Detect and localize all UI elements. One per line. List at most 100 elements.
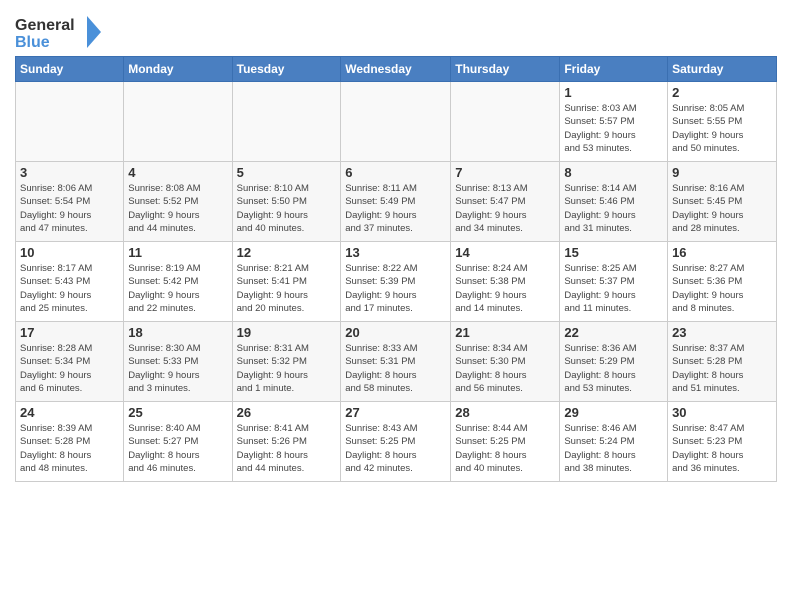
calendar-cell: 27 Sunrise: 8:43 AM Sunset: 5:25 PM Dayli… — [341, 402, 451, 482]
weekday-header-row: SundayMondayTuesdayWednesdayThursdayFrid… — [16, 57, 777, 82]
day-number: 24 — [20, 405, 119, 420]
calendar-cell: 21 Sunrise: 8:34 AM Sunset: 5:30 PM Dayli… — [451, 322, 560, 402]
day-info: Sunrise: 8:11 AM Sunset: 5:49 PM Dayligh… — [345, 182, 446, 235]
calendar-cell: 17 Sunrise: 8:28 AM Sunset: 5:34 PM Dayli… — [16, 322, 124, 402]
day-number: 18 — [128, 325, 227, 340]
calendar-cell: 4 Sunrise: 8:08 AM Sunset: 5:52 PM Daylig… — [124, 162, 232, 242]
day-info: Sunrise: 8:03 AM Sunset: 5:57 PM Dayligh… — [564, 102, 663, 155]
day-number: 17 — [20, 325, 119, 340]
day-number: 29 — [564, 405, 663, 420]
calendar-cell: 25 Sunrise: 8:40 AM Sunset: 5:27 PM Dayli… — [124, 402, 232, 482]
day-number: 5 — [237, 165, 337, 180]
day-info: Sunrise: 8:13 AM Sunset: 5:47 PM Dayligh… — [455, 182, 555, 235]
weekday-header-tuesday: Tuesday — [232, 57, 341, 82]
weekday-header-saturday: Saturday — [668, 57, 777, 82]
day-number: 28 — [455, 405, 555, 420]
day-number: 4 — [128, 165, 227, 180]
day-number: 13 — [345, 245, 446, 260]
day-info: Sunrise: 8:33 AM Sunset: 5:31 PM Dayligh… — [345, 342, 446, 395]
calendar-week-row: 1 Sunrise: 8:03 AM Sunset: 5:57 PM Daylig… — [16, 82, 777, 162]
day-number: 10 — [20, 245, 119, 260]
calendar-cell: 15Sunrise: 8:25 AM Sunset: 5:37 PM Dayli… — [560, 242, 668, 322]
calendar-cell — [451, 82, 560, 162]
day-info: Sunrise: 8:10 AM Sunset: 5:50 PM Dayligh… — [237, 182, 337, 235]
day-number: 9 — [672, 165, 772, 180]
day-number: 20 — [345, 325, 446, 340]
calendar-cell: 13 Sunrise: 8:22 AM Sunset: 5:39 PM Dayli… — [341, 242, 451, 322]
day-info: Sunrise: 8:22 AM Sunset: 5:39 PM Dayligh… — [345, 262, 446, 315]
day-info: Sunrise: 8:28 AM Sunset: 5:34 PM Dayligh… — [20, 342, 119, 395]
day-number: 22 — [564, 325, 663, 340]
day-info: Sunrise: 8:39 AM Sunset: 5:28 PM Dayligh… — [20, 422, 119, 475]
day-number: 11 — [128, 245, 227, 260]
logo-svg: GeneralBlue — [15, 14, 105, 50]
day-info: Sunrise: 8:41 AM Sunset: 5:26 PM Dayligh… — [237, 422, 337, 475]
day-info: Sunrise: 8:19 AM Sunset: 5:42 PM Dayligh… — [128, 262, 227, 315]
weekday-header-monday: Monday — [124, 57, 232, 82]
calendar-week-row: 17 Sunrise: 8:28 AM Sunset: 5:34 PM Dayli… — [16, 322, 777, 402]
day-info: Sunrise: 8:06 AM Sunset: 5:54 PM Dayligh… — [20, 182, 119, 235]
day-number: 14 — [455, 245, 555, 260]
calendar-cell: 14 Sunrise: 8:24 AM Sunset: 5:38 PM Dayli… — [451, 242, 560, 322]
day-info: Sunrise: 8:05 AM Sunset: 5:55 PM Dayligh… — [672, 102, 772, 155]
calendar-cell — [16, 82, 124, 162]
day-number: 25 — [128, 405, 227, 420]
calendar-cell: 19 Sunrise: 8:31 AM Sunset: 5:32 PM Dayli… — [232, 322, 341, 402]
calendar-cell: 2Sunrise: 8:05 AM Sunset: 5:55 PM Daylig… — [668, 82, 777, 162]
calendar-cell — [341, 82, 451, 162]
day-number: 23 — [672, 325, 772, 340]
calendar-cell: 29 Sunrise: 8:46 AM Sunset: 5:24 PM Dayli… — [560, 402, 668, 482]
day-info: Sunrise: 8:43 AM Sunset: 5:25 PM Dayligh… — [345, 422, 446, 475]
day-number: 3 — [20, 165, 119, 180]
weekday-header-thursday: Thursday — [451, 57, 560, 82]
calendar-cell — [232, 82, 341, 162]
calendar-week-row: 24 Sunrise: 8:39 AM Sunset: 5:28 PM Dayli… — [16, 402, 777, 482]
weekday-header-friday: Friday — [560, 57, 668, 82]
day-info: Sunrise: 8:16 AM Sunset: 5:45 PM Dayligh… — [672, 182, 772, 235]
calendar-cell: 16 Sunrise: 8:27 AM Sunset: 5:36 PM Dayli… — [668, 242, 777, 322]
calendar-cell: 30 Sunrise: 8:47 AM Sunset: 5:23 PM Dayli… — [668, 402, 777, 482]
day-info: Sunrise: 8:40 AM Sunset: 5:27 PM Dayligh… — [128, 422, 227, 475]
day-number: 1 — [564, 85, 663, 100]
calendar-cell: 23 Sunrise: 8:37 AM Sunset: 5:28 PM Dayli… — [668, 322, 777, 402]
day-number: 30 — [672, 405, 772, 420]
day-info: Sunrise: 8:27 AM Sunset: 5:36 PM Dayligh… — [672, 262, 772, 315]
day-info: Sunrise: 8:31 AM Sunset: 5:32 PM Dayligh… — [237, 342, 337, 395]
day-number: 16 — [672, 245, 772, 260]
day-number: 7 — [455, 165, 555, 180]
calendar-cell: 7 Sunrise: 8:13 AM Sunset: 5:47 PM Daylig… — [451, 162, 560, 242]
day-info: Sunrise: 8:21 AM Sunset: 5:41 PM Dayligh… — [237, 262, 337, 315]
calendar-cell: 22 Sunrise: 8:36 AM Sunset: 5:29 PM Dayli… — [560, 322, 668, 402]
day-info: Sunrise: 8:36 AM Sunset: 5:29 PM Dayligh… — [564, 342, 663, 395]
header: GeneralBlue — [15, 10, 777, 50]
day-number: 27 — [345, 405, 446, 420]
calendar-week-row: 10Sunrise: 8:17 AM Sunset: 5:43 PM Dayli… — [16, 242, 777, 322]
weekday-header-wednesday: Wednesday — [341, 57, 451, 82]
day-number: 8 — [564, 165, 663, 180]
day-info: Sunrise: 8:46 AM Sunset: 5:24 PM Dayligh… — [564, 422, 663, 475]
calendar-cell: 24 Sunrise: 8:39 AM Sunset: 5:28 PM Dayli… — [16, 402, 124, 482]
calendar-cell: 5 Sunrise: 8:10 AM Sunset: 5:50 PM Daylig… — [232, 162, 341, 242]
calendar-cell: 10Sunrise: 8:17 AM Sunset: 5:43 PM Dayli… — [16, 242, 124, 322]
day-info: Sunrise: 8:08 AM Sunset: 5:52 PM Dayligh… — [128, 182, 227, 235]
day-info: Sunrise: 8:30 AM Sunset: 5:33 PM Dayligh… — [128, 342, 227, 395]
day-info: Sunrise: 8:37 AM Sunset: 5:28 PM Dayligh… — [672, 342, 772, 395]
calendar-cell: 12Sunrise: 8:21 AM Sunset: 5:41 PM Dayli… — [232, 242, 341, 322]
day-number: 15 — [564, 245, 663, 260]
day-number: 19 — [237, 325, 337, 340]
day-info: Sunrise: 8:14 AM Sunset: 5:46 PM Dayligh… — [564, 182, 663, 235]
calendar-cell: 8 Sunrise: 8:14 AM Sunset: 5:46 PM Daylig… — [560, 162, 668, 242]
day-info: Sunrise: 8:24 AM Sunset: 5:38 PM Dayligh… — [455, 262, 555, 315]
calendar-cell — [124, 82, 232, 162]
day-info: Sunrise: 8:47 AM Sunset: 5:23 PM Dayligh… — [672, 422, 772, 475]
day-number: 26 — [237, 405, 337, 420]
day-info: Sunrise: 8:34 AM Sunset: 5:30 PM Dayligh… — [455, 342, 555, 395]
day-number: 21 — [455, 325, 555, 340]
svg-text:General: General — [15, 17, 75, 34]
calendar-cell: 20 Sunrise: 8:33 AM Sunset: 5:31 PM Dayli… — [341, 322, 451, 402]
logo: GeneralBlue — [15, 14, 105, 50]
calendar-table: SundayMondayTuesdayWednesdayThursdayFrid… — [15, 56, 777, 482]
day-number: 6 — [345, 165, 446, 180]
calendar-cell: 28Sunrise: 8:44 AM Sunset: 5:25 PM Dayli… — [451, 402, 560, 482]
calendar-week-row: 3 Sunrise: 8:06 AM Sunset: 5:54 PM Daylig… — [16, 162, 777, 242]
